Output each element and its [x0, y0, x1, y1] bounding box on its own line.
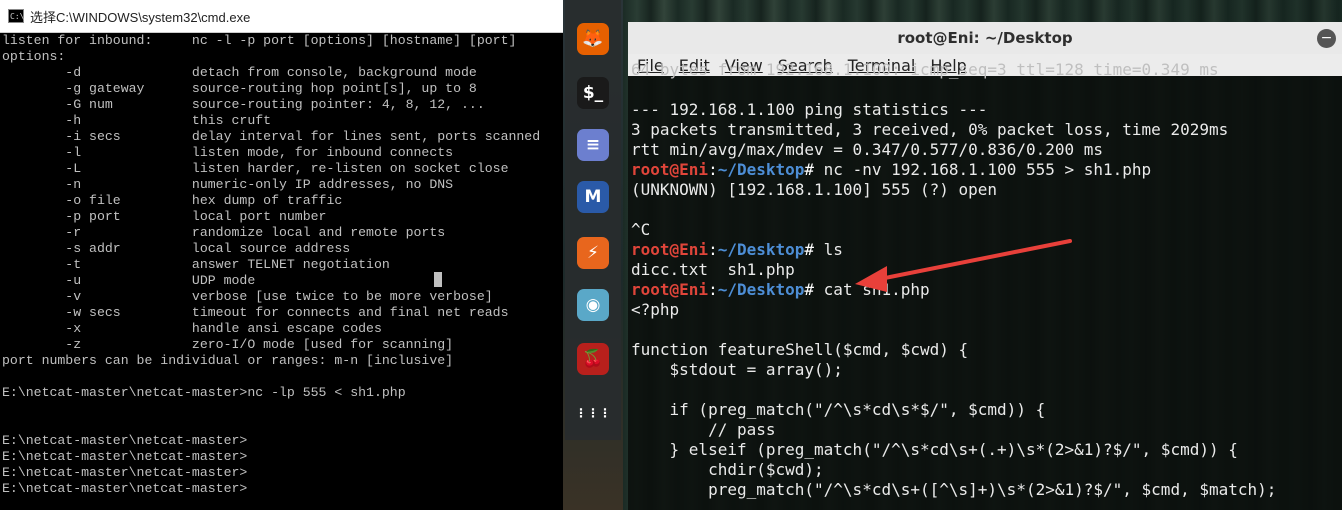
- terminal-command-line: root@Eni:~/Desktop# nc -nv 192.168.1.100…: [631, 160, 1342, 180]
- burpsuite-icon[interactable]: ⚡: [577, 237, 609, 269]
- minimize-icon[interactable]: −: [1317, 29, 1336, 48]
- prompt-path: ~/Desktop: [717, 240, 805, 259]
- prompt-path: ~/Desktop: [717, 160, 805, 179]
- prompt-symbol: #: [804, 280, 824, 299]
- terminal-output-line: ^C: [631, 220, 651, 239]
- cmd-line: port numbers can be individual or ranges…: [2, 353, 454, 368]
- prompt-separator: :: [708, 280, 718, 299]
- prompt-separator: :: [708, 160, 718, 179]
- prompt-symbol: #: [804, 160, 824, 179]
- terminal-output-line: if (preg_match("/^\s*cd\s*$/", $cmd)) {: [631, 400, 1046, 419]
- terminal-output-line: // pass: [631, 420, 776, 439]
- prompt-path: ~/Desktop: [717, 280, 805, 299]
- terminal-titlebar[interactable]: root@Eni: ~/Desktop −: [628, 22, 1342, 54]
- cmd-line: -o file hex dump of traffic: [2, 193, 343, 208]
- cmd-line: E:\netcat-master\netcat-master>: [2, 481, 248, 496]
- cmd-line: options:: [2, 49, 66, 64]
- cmd-line: E:\netcat-master\netcat-master>: [2, 465, 248, 480]
- metasploit-icon[interactable]: M: [577, 181, 609, 213]
- cmd-output[interactable]: listen for inbound: nc -l -p port [optio…: [2, 33, 563, 497]
- cmd-line: E:\netcat-master\netcat-master>: [2, 433, 248, 448]
- cmd-window[interactable]: C:\ 选择C:\WINDOWS\system32\cmd.exe listen…: [0, 0, 563, 510]
- terminal-icon[interactable]: $_: [577, 77, 609, 109]
- terminal-output-line: } elseif (preg_match("/^\s*cd\s+(.+)\s*(…: [631, 440, 1238, 459]
- cmd-line: -L listen harder, re-listen on socket cl…: [2, 161, 509, 176]
- terminal-title: root@Eni: ~/Desktop: [897, 29, 1073, 47]
- terminal-output-line: <?php: [631, 300, 680, 319]
- prompt-separator: :: [708, 240, 718, 259]
- terminal-output-line: --- 192.168.1.100 ping statistics ---: [631, 100, 988, 119]
- cmd-line: -d detach from console, background mode: [2, 65, 477, 80]
- cmd-line: -z zero-I/O mode [used for scanning]: [2, 337, 454, 352]
- cmd-app-icon: C:\: [8, 9, 24, 23]
- cmd-line: -g gateway source-routing hop point[s], …: [2, 81, 477, 96]
- terminal-output-line: $stdout = array();: [631, 360, 843, 379]
- cmd-line: E:\netcat-master\netcat-master>nc -lp 55…: [2, 385, 406, 400]
- terminal-output-line: chdir($cwd);: [631, 460, 824, 479]
- cmd-title: 选择C:\WINDOWS\system32\cmd.exe: [30, 9, 251, 25]
- terminal-output-line: 64 bytes from 192.168.1.100: icmp_seq=3 …: [631, 60, 1219, 79]
- prompt-user-host: root@Eni: [631, 160, 709, 179]
- cmd-line: -h this cruft: [2, 113, 272, 128]
- firefox-icon[interactable]: 🦊: [577, 23, 609, 55]
- terminal-output-line: 3 packets transmitted, 3 received, 0% pa…: [631, 120, 1229, 139]
- cmd-line: -G num source-routing pointer: 4, 8, 12,…: [2, 97, 485, 112]
- cherrytree-icon[interactable]: 🍒: [577, 343, 609, 375]
- prompt-user-host: root@Eni: [631, 240, 709, 259]
- cmd-line: [2, 369, 563, 385]
- cmd-line: -r randomize local and remote ports: [2, 225, 446, 240]
- terminal-output-line: preg_match("/^\s*cd\s+([^\s]+)\s*(2>&1)?…: [631, 480, 1277, 499]
- cmd-line: -l listen mode, for inbound connects: [2, 145, 454, 160]
- cmd-line: E:\netcat-master\netcat-master>: [2, 449, 248, 464]
- cmd-line: -i secs delay interval for lines sent, p…: [2, 129, 541, 144]
- command-text: ls: [823, 240, 843, 259]
- notes-icon[interactable]: ≡: [577, 129, 609, 161]
- cmd-line: -n numeric-only IP addresses, no DNS: [2, 177, 454, 192]
- cmd-line: -p port local port number: [2, 209, 327, 224]
- dock: 🦊 $_ ≡ M ⚡ ◉ 🍒 ⋮⋮⋮: [565, 0, 621, 440]
- cmd-line: -w secs timeout for connects and final n…: [2, 305, 509, 320]
- cmd-line: -v verbose [use twice to be more verbose…: [2, 289, 493, 304]
- show-apps-icon[interactable]: ⋮⋮⋮: [575, 397, 611, 429]
- cmd-line: -x handle ansi escape codes: [2, 321, 382, 336]
- terminal-output-line: (UNKNOWN) [192.168.1.100] 555 (?) open: [631, 180, 998, 199]
- cmd-line: -s addr local source address: [2, 241, 351, 256]
- eye-icon[interactable]: ◉: [577, 289, 609, 321]
- terminal-output-line: rtt min/avg/max/mdev = 0.347/0.577/0.836…: [631, 140, 1104, 159]
- command-text: nc -nv 192.168.1.100 555 > sh1.php: [823, 160, 1152, 179]
- cmd-line: -u UDP mode: [2, 273, 256, 288]
- prompt-user-host: root@Eni: [631, 280, 709, 299]
- cmd-line: [2, 417, 563, 433]
- cmd-line: [2, 401, 563, 417]
- text-cursor: [434, 272, 442, 287]
- cmd-titlebar[interactable]: C:\ 选择C:\WINDOWS\system32\cmd.exe: [0, 0, 563, 33]
- cmd-line: -t answer TELNET negotiation: [2, 257, 390, 272]
- terminal-output-line: function featureShell($cmd, $cwd) {: [631, 340, 969, 359]
- annotation-arrow-icon: [855, 239, 1072, 292]
- cmd-line: listen for inbound: nc -l -p port [optio…: [2, 33, 517, 48]
- prompt-symbol: #: [804, 240, 824, 259]
